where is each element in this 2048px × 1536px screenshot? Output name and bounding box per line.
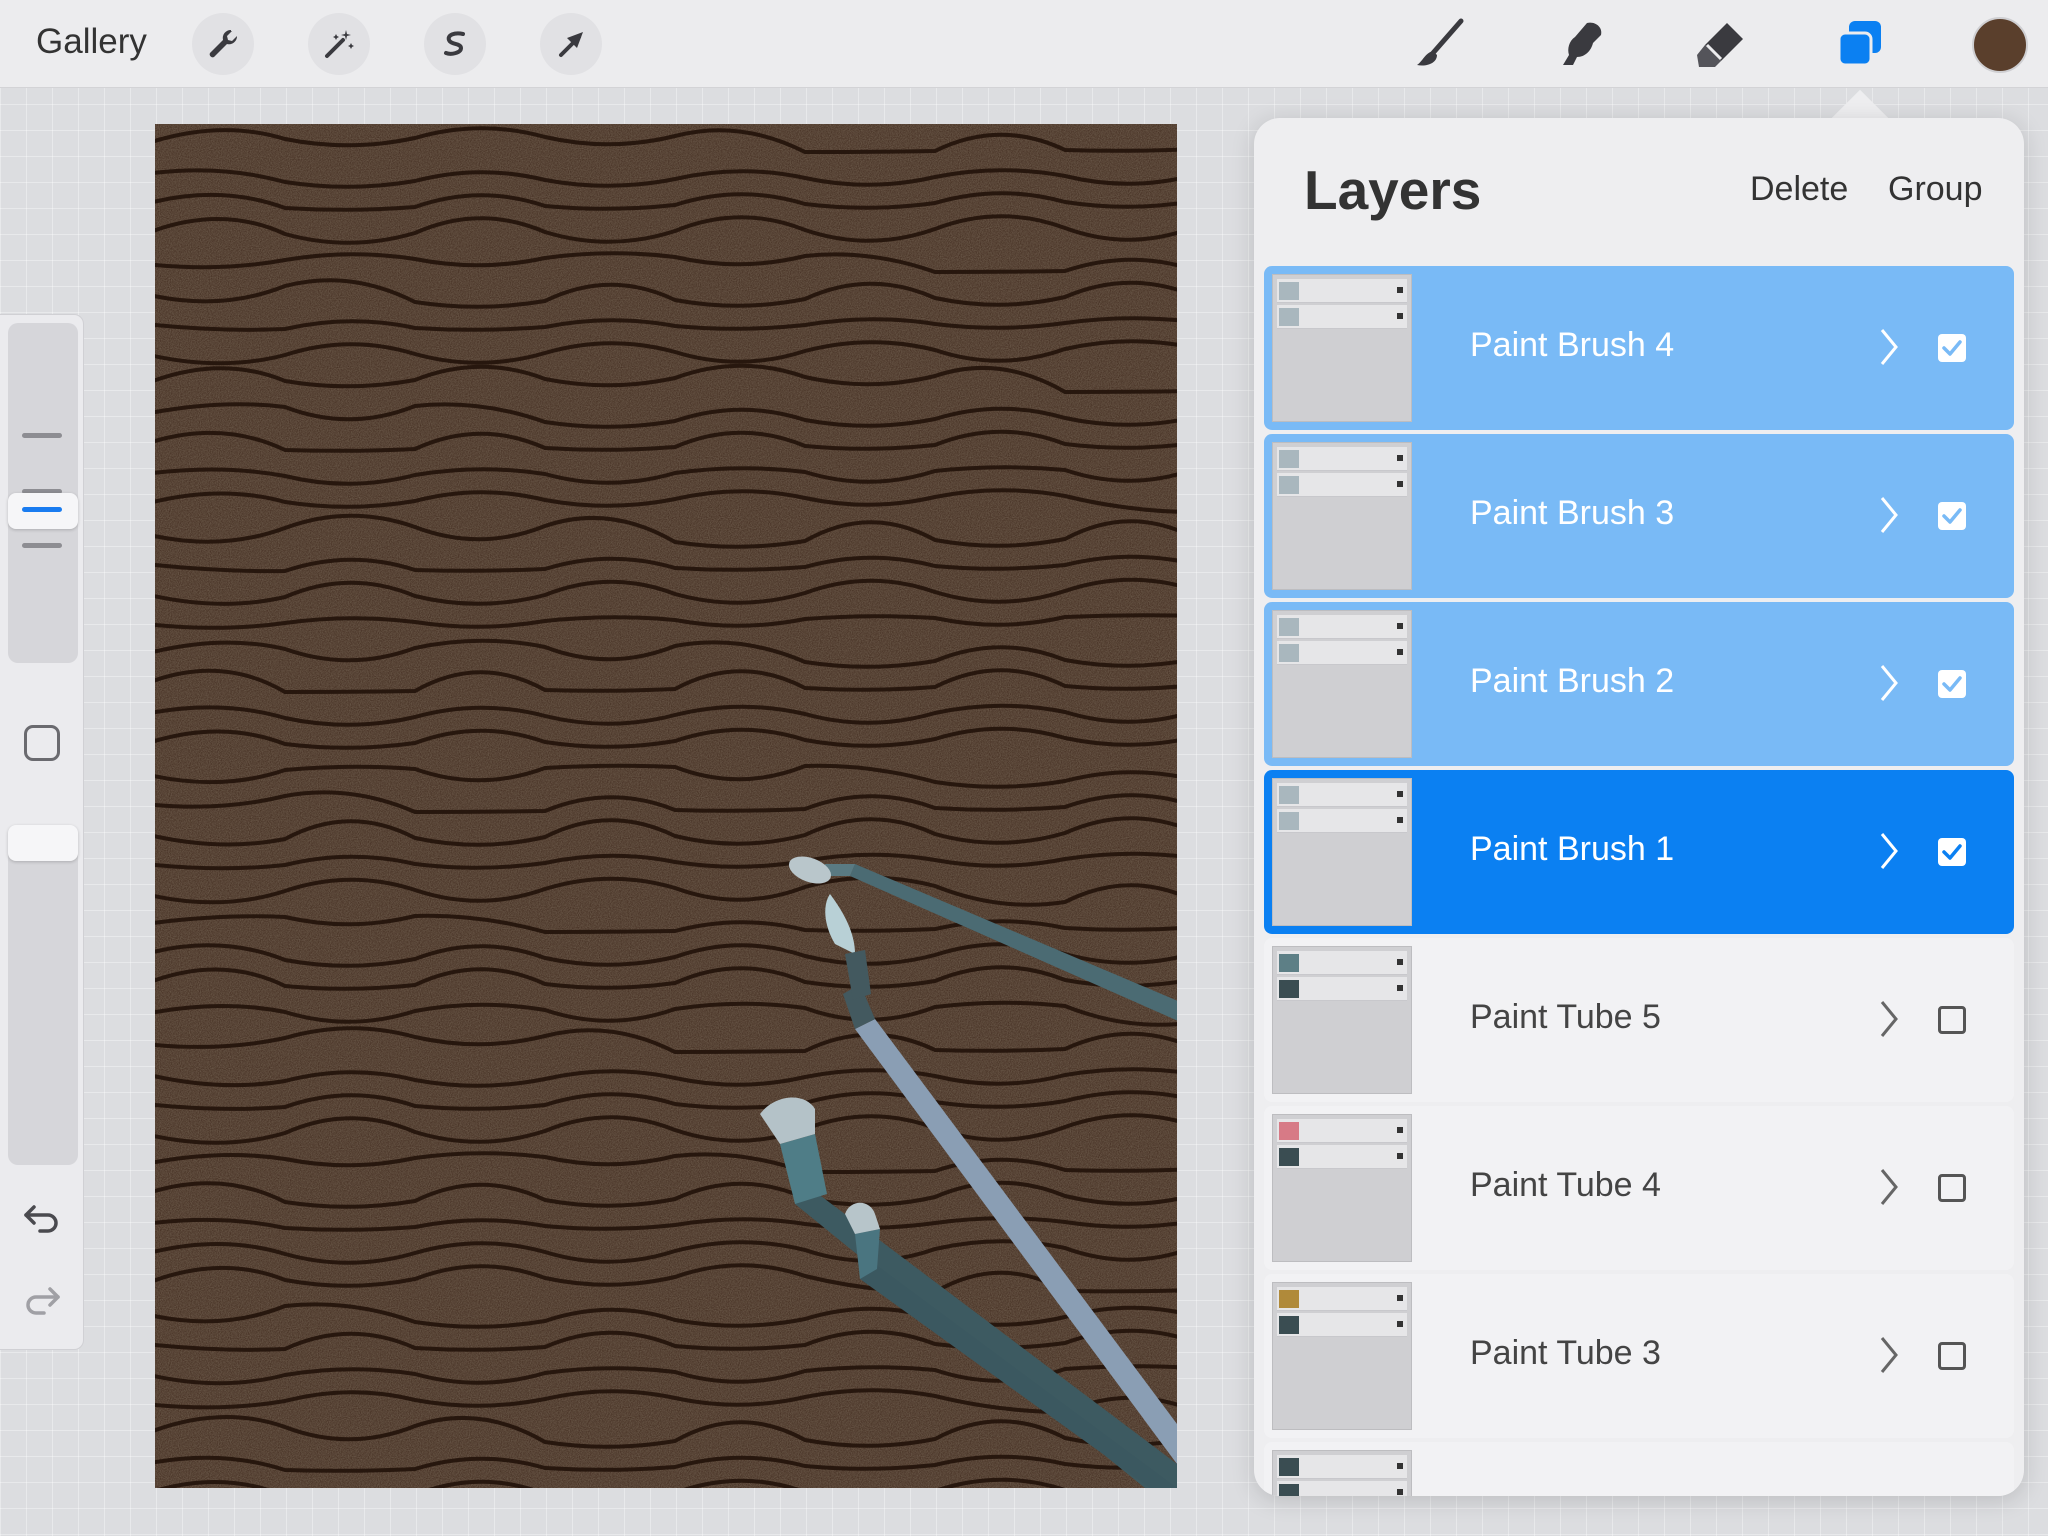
layer-thumbnail <box>1272 1282 1412 1430</box>
chevron-right-icon[interactable] <box>1874 996 1904 1042</box>
layer-thumbnail <box>1272 274 1412 422</box>
layer-thumbnail <box>1272 610 1412 758</box>
layer-visibility-checkbox[interactable] <box>1938 502 1966 530</box>
layer-thumbnail <box>1272 946 1412 1094</box>
layer-visibility-checkbox[interactable] <box>1938 670 1966 698</box>
layer-name: Paint Tube 5 <box>1470 998 1661 1036</box>
layer-row[interactable]: Paint Tube 5 <box>1264 938 2014 1102</box>
layer-name: Paint Tube 3 <box>1470 1334 1661 1372</box>
slider-active-indicator <box>22 507 62 512</box>
layer-thumbnail <box>1272 778 1412 926</box>
chevron-right-icon[interactable] <box>1874 1332 1904 1378</box>
chevron-right-icon[interactable] <box>1874 1164 1904 1210</box>
selection-icon[interactable] <box>424 13 486 75</box>
layer-name: Paint Brush 3 <box>1470 494 1675 532</box>
redo-icon[interactable] <box>20 1277 64 1321</box>
layer-name: Paint Brush 1 <box>1470 830 1675 868</box>
layer-row[interactable]: Paint Brush 3 <box>1264 434 2014 598</box>
layers-icon[interactable] <box>1828 12 1892 76</box>
modify-button[interactable] <box>24 725 60 761</box>
opacity-slider[interactable] <box>8 825 78 1165</box>
canvas-artwork <box>155 124 1177 1488</box>
brush-size-slider[interactable] <box>8 323 78 663</box>
transform-arrow-icon[interactable] <box>540 13 602 75</box>
layer-list: Paint Brush 4 Paint Brush 3 Paint Brush … <box>1264 266 2014 1496</box>
layer-row[interactable]: Paint Tube 4 <box>1264 1106 2014 1270</box>
brush-icon[interactable] <box>1408 12 1472 76</box>
chevron-right-icon[interactable] <box>1874 828 1904 874</box>
group-button[interactable]: Group <box>1888 170 1983 209</box>
layer-row[interactable]: Paint Tube 3 <box>1264 1274 2014 1438</box>
wrench-icon[interactable] <box>192 13 254 75</box>
chevron-right-icon[interactable] <box>1874 660 1904 706</box>
color-picker-swatch[interactable] <box>1972 17 2028 73</box>
slider-tick <box>22 543 62 548</box>
layer-row[interactable] <box>1264 1442 2014 1496</box>
brush-size-handle[interactable] <box>8 493 78 529</box>
layer-visibility-checkbox[interactable] <box>1938 838 1966 866</box>
layer-visibility-checkbox[interactable] <box>1938 334 1966 362</box>
layer-row[interactable]: Paint Brush 2 <box>1264 602 2014 766</box>
top-toolbar: Gallery <box>0 0 2048 88</box>
slider-tick <box>22 433 62 438</box>
delete-button[interactable]: Delete <box>1750 170 1848 209</box>
opacity-handle[interactable] <box>8 825 78 861</box>
layers-panel-title: Layers <box>1304 159 1482 221</box>
layer-row[interactable]: Paint Brush 4 <box>1264 266 2014 430</box>
layer-name: Paint Tube 4 <box>1470 1166 1661 1204</box>
layer-row[interactable]: Paint Brush 1 <box>1264 770 2014 934</box>
smudge-icon[interactable] <box>1548 12 1612 76</box>
layer-visibility-checkbox[interactable] <box>1938 1006 1966 1034</box>
undo-icon[interactable] <box>20 1195 64 1239</box>
gallery-button[interactable]: Gallery <box>36 22 147 62</box>
eraser-icon[interactable] <box>1688 12 1752 76</box>
layer-thumbnail <box>1272 1450 1412 1496</box>
layer-thumbnail <box>1272 442 1412 590</box>
magic-wand-icon[interactable] <box>308 13 370 75</box>
left-sidebar <box>0 314 84 1350</box>
layers-panel: Layers Delete Group Paint Brush 4 Paint … <box>1254 118 2024 1496</box>
layer-visibility-checkbox[interactable] <box>1938 1342 1966 1370</box>
chevron-right-icon[interactable] <box>1874 492 1904 538</box>
layer-name: Paint Brush 2 <box>1470 662 1675 700</box>
chevron-right-icon[interactable] <box>1874 324 1904 370</box>
layer-thumbnail <box>1272 1114 1412 1262</box>
layer-name: Paint Brush 4 <box>1470 326 1675 364</box>
drawing-canvas[interactable] <box>155 124 1177 1488</box>
layer-visibility-checkbox[interactable] <box>1938 1174 1966 1202</box>
